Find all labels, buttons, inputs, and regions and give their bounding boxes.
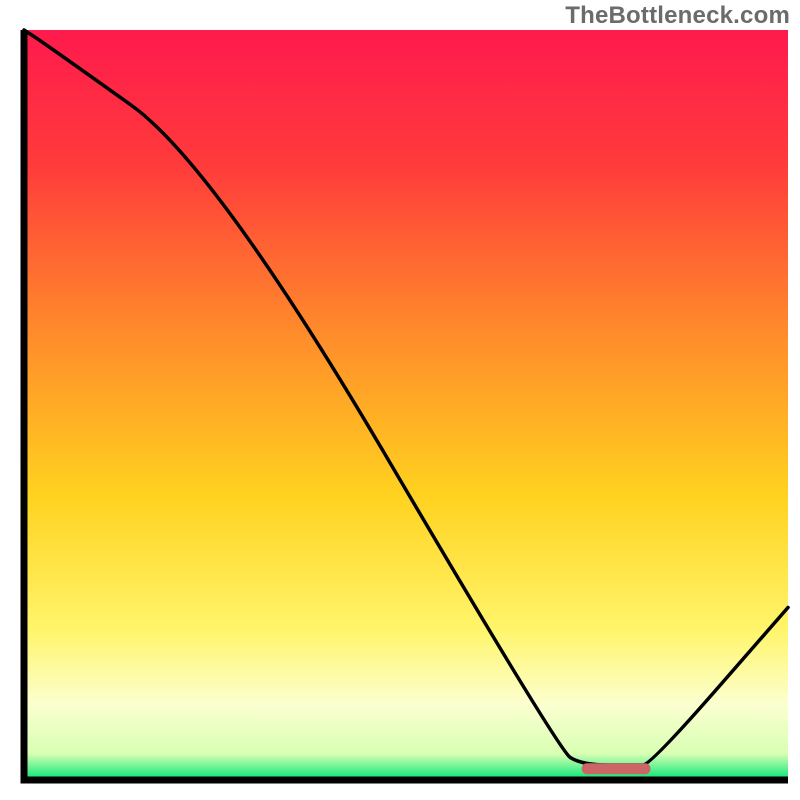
watermark-text: TheBottleneck.com bbox=[565, 2, 790, 30]
bottleneck-curve-chart bbox=[0, 0, 800, 800]
plot-background bbox=[24, 30, 788, 780]
chart-container: TheBottleneck.com bbox=[0, 0, 800, 800]
optimal-range-marker bbox=[582, 763, 651, 774]
